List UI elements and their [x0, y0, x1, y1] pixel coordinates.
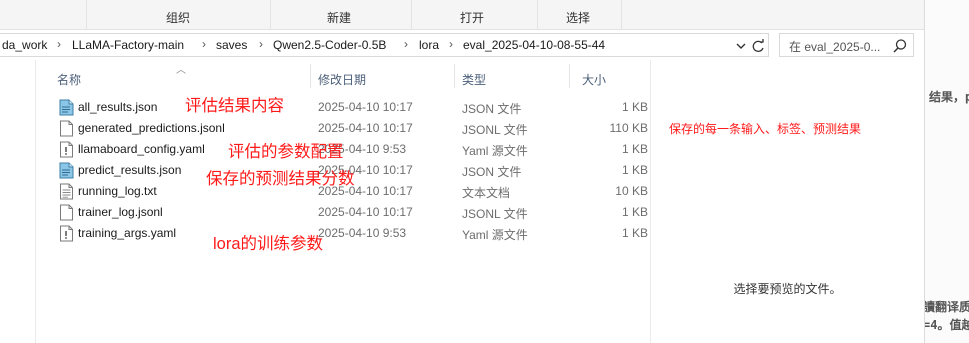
preview-message: 选择要预览的文件。 — [733, 282, 842, 296]
ribbon-group-open: 打开 — [460, 11, 485, 25]
chevron-down-icon[interactable] — [734, 38, 748, 54]
background-text: 结果，pre — [929, 90, 969, 104]
column-divider[interactable] — [454, 64, 455, 88]
file-name: llamaboard_config.yaml — [78, 142, 205, 156]
search-icon[interactable] — [892, 38, 908, 54]
file-type: JSONL 文件 — [462, 123, 528, 137]
file-size: 1 KB — [621, 226, 648, 240]
file-row[interactable]: trainer_log.jsonl 2025-04-10 10:17 JSONL… — [36, 202, 650, 223]
file-type: Yaml 源文件 — [462, 228, 528, 242]
annotation-llamaboard-config: 评估的参数配置 — [228, 143, 344, 161]
breadcrumb-item[interactable]: LLaMA-Factory-main — [72, 38, 184, 52]
column-header-date[interactable]: 修改日期 — [318, 71, 366, 88]
address-row: da_work › LLaMA-Factory-main › saves › Q… — [0, 33, 924, 59]
ribbon-divider — [411, 0, 412, 30]
file-size: 1 KB — [621, 100, 648, 114]
file-type: 文本文档 — [462, 186, 511, 200]
file-name: trainer_log.jsonl — [78, 205, 163, 219]
text-file-icon — [60, 183, 73, 200]
file-type: JSON 文件 — [462, 102, 522, 116]
sort-ascending-icon: ︿ — [176, 65, 186, 76]
background-text: =4。值越 — [924, 318, 969, 332]
ribbon-divider — [537, 0, 538, 30]
search-placeholder: 在 eval_2025-0... — [789, 40, 881, 54]
address-bar[interactable]: da_work › LLaMA-Factory-main › saves › Q… — [0, 33, 769, 57]
file-type: Yaml 源文件 — [462, 144, 528, 158]
blank-file-icon — [60, 204, 73, 221]
file-list: ︿ 名称 修改日期 类型 大小 all_results.json 2025-04… — [36, 60, 650, 343]
breadcrumb-item[interactable]: saves — [216, 38, 247, 52]
file-size: 1 KB — [621, 163, 648, 177]
file-row[interactable]: generated_predictions.jsonl 2025-04-10 1… — [36, 118, 650, 139]
breadcrumb-item[interactable]: da_work — [2, 38, 47, 52]
column-divider[interactable] — [310, 64, 311, 88]
file-date: 2025-04-10 9:53 — [318, 226, 407, 240]
refresh-icon[interactable] — [749, 36, 767, 56]
file-type: JSON 文件 — [462, 165, 522, 179]
annotation-generated-predictions: 保存的每一条输入、标签、预测结果 — [669, 122, 862, 136]
breadcrumb-separator-icon[interactable]: › — [202, 37, 206, 51]
annotation-all-results: 评估结果内容 — [185, 97, 284, 115]
file-date: 2025-04-10 10:17 — [318, 205, 413, 219]
annotation-training-args: lora的训练参数 — [213, 235, 324, 253]
column-header-name[interactable]: 名称 — [57, 71, 81, 88]
breadcrumb-separator-icon[interactable]: › — [57, 37, 61, 51]
ribbon-group-labels: 组织 新建 打开 选择 — [0, 0, 924, 30]
file-date: 2025-04-10 10:17 — [318, 100, 413, 114]
file-row[interactable]: all_results.json 2025-04-10 10:17 JSON 文… — [36, 97, 650, 118]
file-name: training_args.yaml — [78, 226, 177, 240]
column-header-size[interactable]: 大小 — [582, 71, 606, 88]
file-size: 10 KB — [615, 184, 648, 198]
breadcrumb-item[interactable]: Qwen2.5-Coder-0.5B — [273, 38, 386, 52]
yaml-file-icon — [60, 225, 73, 242]
file-name: all_results.json — [78, 100, 158, 114]
ribbon-group-new: 新建 — [327, 11, 352, 25]
annotation-predict-results: 保存的预测结果分数 — [206, 170, 355, 188]
column-header-type[interactable]: 类型 — [462, 71, 486, 88]
file-type: JSONL 文件 — [462, 207, 528, 221]
blank-file-icon — [60, 120, 73, 137]
file-row[interactable]: training_args.yaml 2025-04-10 9:53 Yaml … — [36, 223, 650, 244]
ribbon-divider — [86, 0, 87, 30]
ribbon-group-organize: 组织 — [166, 11, 191, 25]
preview-pane: 保存的每一条输入、标签、预测结果 选择要预览的文件。 — [650, 60, 924, 343]
search-input[interactable]: 在 eval_2025-0... — [779, 33, 914, 57]
json-file-icon — [59, 162, 74, 179]
file-size: 1 KB — [621, 205, 648, 219]
column-divider[interactable] — [569, 64, 570, 88]
file-name: predict_results.json — [78, 163, 182, 177]
ribbon-group-select: 选择 — [566, 11, 591, 25]
breadcrumb-item[interactable]: eval_2025-04-10-08-55-44 — [463, 38, 605, 52]
yaml-file-icon — [60, 141, 73, 158]
ribbon-divider — [621, 0, 622, 30]
breadcrumb-item[interactable]: lora — [419, 38, 439, 52]
ribbon-divider — [270, 0, 271, 30]
file-size: 1 KB — [621, 142, 648, 156]
breadcrumb-separator-icon[interactable]: › — [449, 37, 453, 51]
file-size: 110 KB — [609, 121, 648, 135]
breadcrumb-separator-icon[interactable]: › — [404, 37, 408, 51]
file-name: running_log.txt — [78, 184, 157, 198]
background-text: 讀翻译质 — [924, 300, 969, 314]
breadcrumb-separator-icon[interactable]: › — [259, 37, 263, 51]
json-file-icon — [59, 99, 74, 116]
background-window: 结果，pre 讀翻译质 =4。值越 — [924, 0, 969, 343]
navigation-pane[interactable] — [0, 60, 36, 343]
file-date: 2025-04-10 10:17 — [318, 121, 413, 135]
file-name: generated_predictions.jsonl — [78, 121, 225, 135]
